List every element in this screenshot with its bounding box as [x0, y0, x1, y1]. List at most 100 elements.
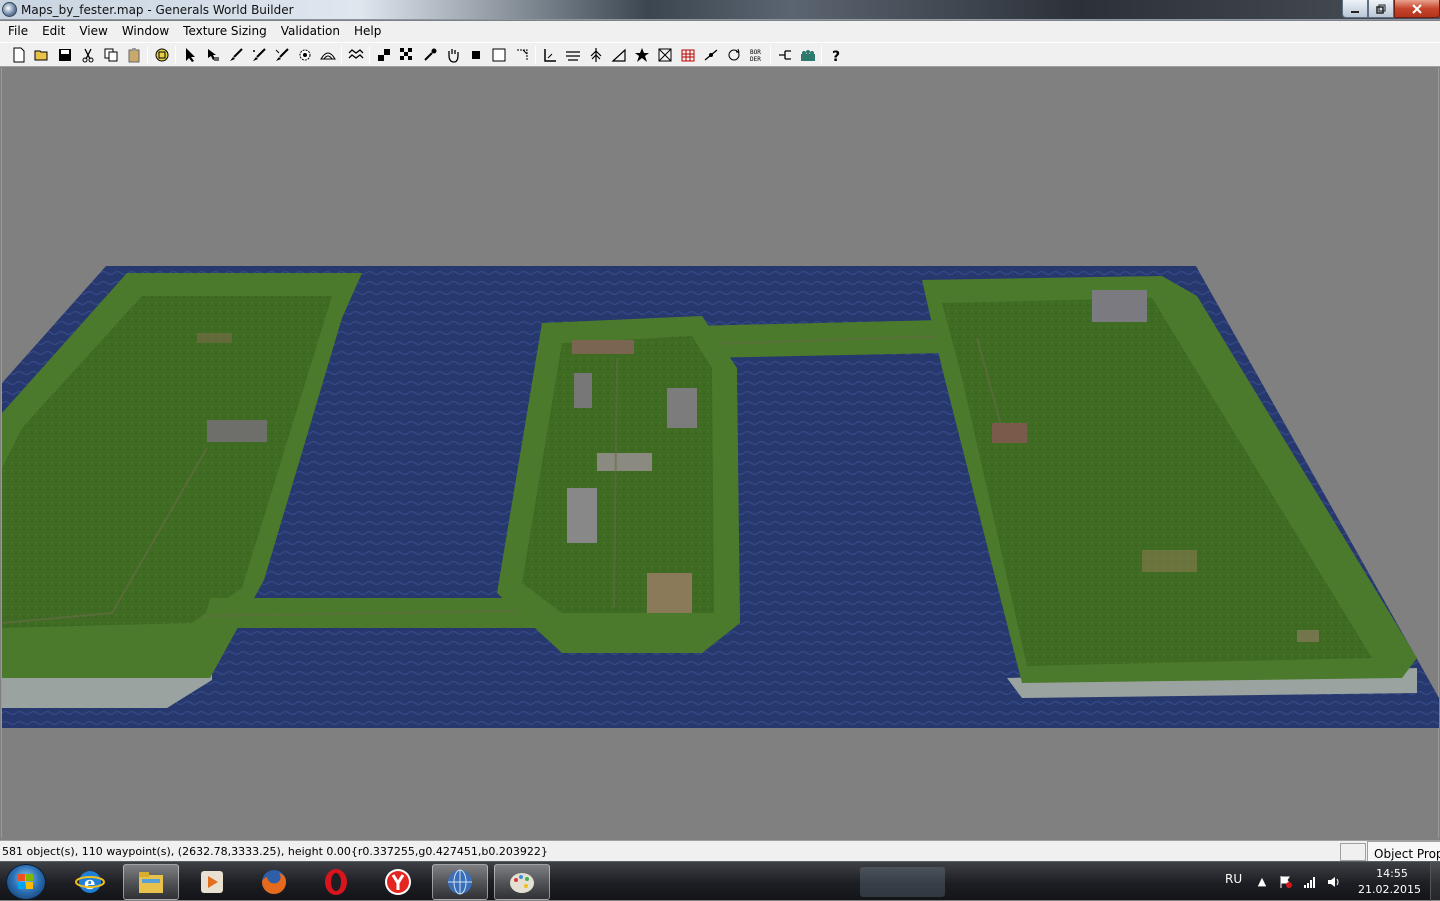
copy-button[interactable] [99, 44, 122, 66]
taskbar-world-builder[interactable] [432, 864, 488, 900]
toolbar-separator [821, 45, 822, 64]
road-button[interactable] [538, 44, 561, 66]
window-controls [1342, 0, 1440, 18]
object-properties-tab[interactable]: Object Prope [1367, 841, 1440, 862]
light-button[interactable] [773, 44, 796, 66]
minimize-button[interactable] [1342, 0, 1368, 18]
svg-text:BOR: BOR [750, 49, 761, 56]
toolbar-separator [175, 45, 176, 64]
minimize-icon [1351, 10, 1359, 13]
windows-logo-icon [18, 874, 33, 889]
taskbar: e RU ▲ 14:55 21.02.2015 [0, 861, 1440, 901]
restore-button[interactable] [1368, 0, 1394, 18]
tree-button[interactable] [584, 44, 607, 66]
menu-file[interactable]: File [1, 21, 35, 42]
folder-icon [139, 872, 163, 893]
crater-button[interactable] [316, 44, 339, 66]
grab-move-button[interactable] [201, 44, 224, 66]
action-center-flag-icon[interactable] [1279, 875, 1293, 889]
window-title: Maps_by_fester.map - Generals World Buil… [21, 3, 294, 17]
new-file-icon [13, 47, 24, 62]
waypoint-button[interactable] [699, 44, 722, 66]
folder-open-icon [34, 50, 47, 60]
taskbar-firefox[interactable] [246, 864, 302, 900]
checker-button[interactable] [395, 44, 418, 66]
pan-hand-button[interactable] [441, 44, 464, 66]
team-button[interactable] [796, 44, 819, 66]
smooth-button[interactable] [293, 44, 316, 66]
copy-icon [104, 48, 117, 61]
clock-time[interactable]: 14:55 [1372, 867, 1412, 880]
light-icon [778, 49, 791, 60]
splat-icon [634, 47, 649, 62]
taskbar-media-player[interactable] [184, 864, 240, 900]
toolbar: BOR DER ? [0, 42, 1440, 67]
select-pointer-button[interactable] [178, 44, 201, 66]
map-viewport[interactable] [1, 68, 1439, 838]
waypoint-icon [704, 49, 717, 60]
paste-button[interactable] [122, 44, 145, 66]
start-button[interactable] [6, 864, 46, 900]
triangle-button[interactable] [607, 44, 630, 66]
layers-button[interactable] [150, 44, 173, 66]
language-indicator[interactable]: RU [1225, 872, 1242, 886]
team-icon [800, 49, 815, 61]
toolbar-separator [535, 45, 536, 64]
road-icon [543, 48, 556, 62]
solid-square-button[interactable] [464, 44, 487, 66]
show-desktop-button[interactable] [1430, 862, 1440, 901]
close-icon [1412, 3, 1422, 14]
internet-explorer-icon: e [75, 871, 105, 894]
crater-icon [319, 52, 336, 59]
tile-button[interactable] [372, 44, 395, 66]
smooth-icon [299, 49, 310, 60]
show-hidden-icons-icon[interactable]: ▲ [1255, 875, 1269, 889]
taskbar-opera[interactable] [308, 864, 364, 900]
cut-button[interactable] [76, 44, 99, 66]
brush-button[interactable] [224, 44, 247, 66]
eyedropper-button[interactable] [418, 44, 441, 66]
splat-button[interactable] [630, 44, 653, 66]
menu-validation[interactable]: Validation [274, 21, 347, 42]
volume-icon[interactable] [1327, 875, 1341, 889]
toolbar-separator [147, 45, 148, 64]
open-file-button[interactable] [30, 44, 53, 66]
status-text: 581 object(s), 110 waypoint(s), (2632.78… [2, 845, 548, 858]
ramp-button[interactable] [510, 44, 533, 66]
new-file-button[interactable] [7, 44, 30, 66]
menu-view[interactable]: View [72, 21, 114, 42]
taskbar-paint[interactable] [494, 864, 550, 900]
tile-icon [377, 48, 390, 61]
building-button[interactable] [676, 44, 699, 66]
brush-alt-button[interactable] [270, 44, 293, 66]
taskbar-explorer[interactable] [123, 864, 179, 900]
border-button[interactable]: BOR DER [745, 44, 768, 66]
rotate-button[interactable] [722, 44, 745, 66]
taskbar-yandex[interactable] [370, 864, 426, 900]
menu-edit[interactable]: Edit [35, 21, 72, 42]
save-file-button[interactable] [53, 44, 76, 66]
rotate-icon [728, 48, 740, 60]
taskbar-internet-explorer[interactable]: e [62, 864, 118, 900]
hollow-square-button[interactable] [487, 44, 510, 66]
menu-help[interactable]: Help [347, 21, 388, 42]
app-icon[interactable] [2, 2, 17, 17]
close-button[interactable] [1394, 0, 1440, 18]
eyedropper-icon [423, 48, 436, 61]
help-button[interactable]: ? [824, 44, 847, 66]
toolbar-separator [770, 45, 771, 64]
help-question-icon: ? [832, 49, 840, 63]
svg-text:?: ? [832, 49, 840, 63]
network-signal-icon[interactable] [1303, 875, 1317, 889]
water-waves-icon [348, 48, 363, 59]
grid-button[interactable] [653, 44, 676, 66]
menu-window[interactable]: Window [115, 21, 176, 42]
clock-date[interactable]: 21.02.2015 [1358, 883, 1421, 896]
feather-brush-button[interactable] [247, 44, 270, 66]
water-button[interactable] [344, 44, 367, 66]
horizon-button[interactable] [561, 44, 584, 66]
menu-texture-sizing[interactable]: Texture Sizing [176, 21, 274, 42]
building-icon [681, 49, 694, 61]
title-bar: Maps_by_fester.map - Generals World Buil… [0, 0, 1440, 20]
terrain-render[interactable] [2, 68, 1440, 838]
